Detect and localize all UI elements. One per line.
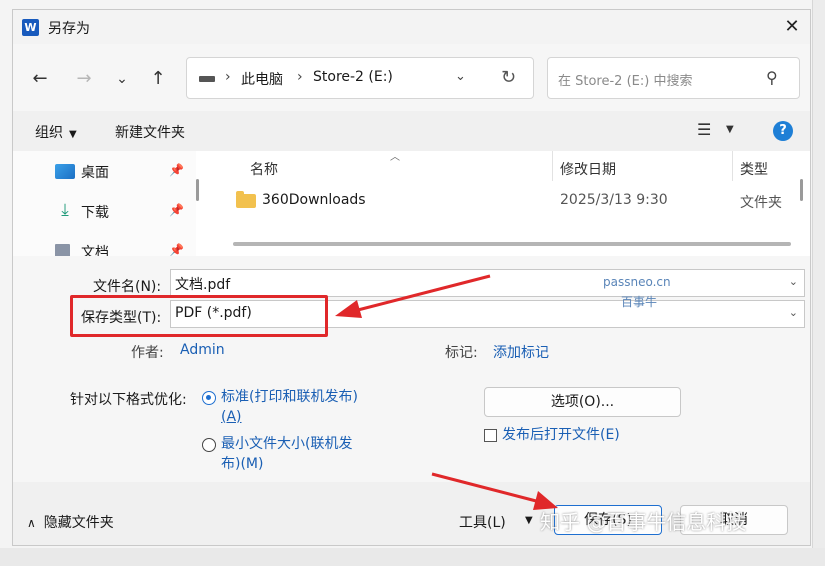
- annotation-arrow-to-save-type: [335, 274, 491, 318]
- annotation-arrows: [335, 274, 558, 510]
- annotation-arrow-to-save-button: [431, 472, 558, 510]
- watermark-zhihu: 知乎 @百事牛信息科技: [540, 510, 747, 534]
